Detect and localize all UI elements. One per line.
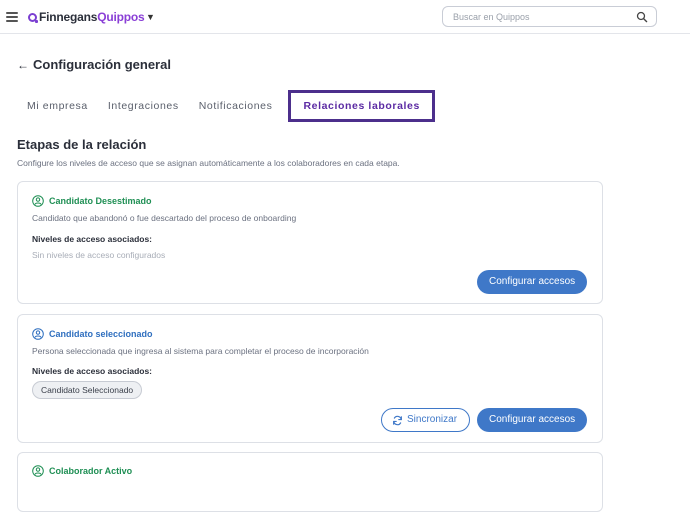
person-icon [32,195,44,207]
stage-title: Colaborador Activo [49,466,133,476]
person-icon [32,465,44,477]
page-title: ← Configuración general [17,57,171,72]
stage-description: Persona seleccionada que ingresa al sist… [32,346,369,356]
search-input[interactable] [453,10,633,24]
stage-title: Candidato seleccionado [49,329,153,339]
stage-title: Candidato Desestimado [49,196,152,206]
top-bar: Finnegans Quippos ▼ [0,0,690,34]
tab-notificaciones[interactable]: Notificaciones [189,90,283,122]
stage-card-header: Candidato Desestimado [32,195,152,207]
stage-card-colaborador-activo: Colaborador Activo [17,452,603,512]
no-access-levels-text: Sin niveles de acceso configurados [32,250,166,260]
access-levels-label: Niveles de acceso asociados: [32,366,153,376]
sync-button[interactable]: Sincronizar [381,408,471,432]
sync-button-label: Sincronizar [407,414,458,425]
tab-relaciones-laborales[interactable]: Relaciones laborales [288,90,435,122]
access-level-chip: Candidato Seleccionado [32,381,143,399]
logo-mark-icon [28,12,38,23]
app-logo[interactable]: Finnegans Quippos [28,10,145,24]
section-title: Etapas de la relación [17,137,147,152]
tab-integraciones[interactable]: Integraciones [98,90,189,122]
configure-access-button[interactable]: Configurar accesos [477,408,588,432]
stage-card-candidato-desestimado: Candidato Desestimado Candidato que aban… [17,181,603,304]
search-box [442,6,657,27]
back-arrow-icon[interactable]: ← [17,58,29,72]
tab-mi-empresa[interactable]: Mi empresa [17,90,98,122]
sync-icon [393,415,402,425]
search-icon[interactable] [636,11,648,23]
settings-tabs: Mi empresa Integraciones Notificaciones … [17,90,435,122]
logo-text-part1: Finnegans [39,10,98,24]
person-icon [32,328,44,340]
stage-card-candidato-seleccionado: Candidato seleccionado Persona seleccion… [17,314,603,443]
configure-access-button[interactable]: Configurar accesos [477,270,588,294]
page-title-text: Configuración general [33,57,171,72]
stage-card-header: Colaborador Activo [32,465,132,477]
logo-text-part2: Quippos [97,10,145,24]
stage-description: Candidato que abandonó o fue descartado … [32,213,297,223]
section-description: Configure los niveles de acceso que se a… [17,158,400,168]
access-levels-label: Niveles de acceso asociados: [32,234,153,244]
chevron-down-icon[interactable]: ▼ [146,12,155,22]
menu-icon[interactable] [6,12,18,22]
stage-card-header: Candidato seleccionado [32,328,153,340]
